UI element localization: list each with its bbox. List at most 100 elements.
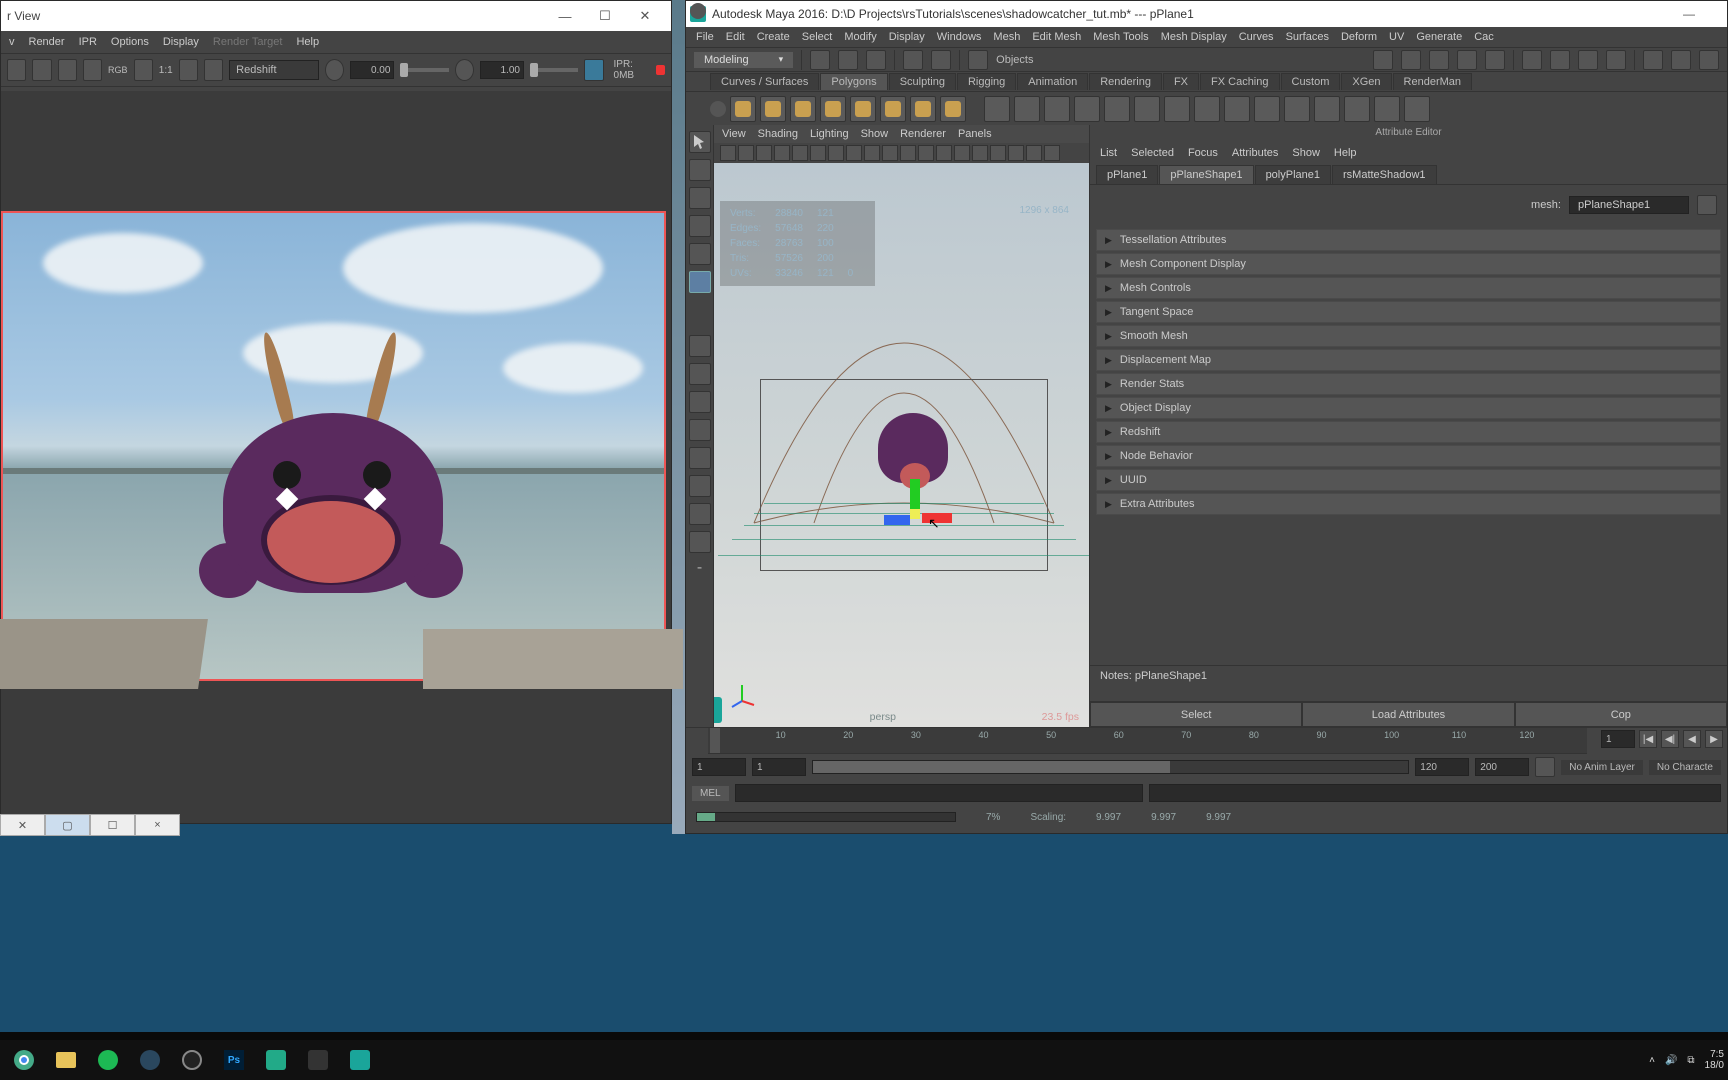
shelf-edit-icon[interactable] [710,101,726,117]
attr-section[interactable]: Tangent Space [1096,301,1721,323]
menu-item[interactable]: Help [296,36,319,48]
chrome-icon[interactable] [6,1044,42,1076]
attr-section[interactable]: UUID [1096,469,1721,491]
photoshop-icon[interactable]: Ps [216,1044,252,1076]
menu-meshdisplay[interactable]: Mesh Display [1161,31,1227,43]
menu-item[interactable]: Render [29,36,65,48]
attr-section[interactable]: Smooth Mesh [1096,325,1721,347]
refresh-icon[interactable] [325,59,344,81]
zoom-icon[interactable] [179,59,198,81]
scale-z-handle[interactable] [884,515,910,525]
poly-tool-icon[interactable] [1344,96,1370,122]
vp-tool-icon[interactable] [864,145,880,161]
attr-tab-active[interactable]: pPlaneShape1 [1159,165,1253,184]
app-icon[interactable] [258,1044,294,1076]
attr-section[interactable]: Mesh Controls [1096,277,1721,299]
menu-file[interactable]: File [696,31,714,43]
menu-item[interactable]: IPR [79,36,97,48]
vp-menu-show[interactable]: Show [861,128,889,140]
shelf-tab[interactable]: Sculpting [889,73,956,90]
shelf-tab[interactable]: FX Caching [1200,73,1279,90]
vp-tool-icon[interactable] [738,145,754,161]
range-start-field[interactable] [692,758,746,776]
vp-tool-icon[interactable] [1026,145,1042,161]
attr-tab[interactable]: pPlane1 [1096,165,1158,184]
system-tray[interactable]: ˄ 🔊 ⧉ 7:5 18/0 [1649,1040,1724,1080]
attr-section[interactable]: Mesh Component Display [1096,253,1721,275]
shelf-tab[interactable]: RenderMan [1393,73,1472,90]
shelf-tab[interactable]: XGen [1341,73,1391,90]
panel-layout-icon[interactable] [1643,50,1663,70]
hypershade-icon[interactable] [1606,50,1626,70]
attr-tab[interactable]: polyPlane1 [1255,165,1331,184]
poly-tool-icon[interactable] [1134,96,1160,122]
poly-torus-icon[interactable] [880,96,906,122]
layout-single-icon[interactable] [689,335,711,357]
time-slider[interactable]: 102030405060708090100110120 [708,728,1587,754]
vp-menu-shading[interactable]: Shading [758,128,798,140]
open-scene-icon[interactable] [838,50,858,70]
tab-thumb[interactable]: ▢ [45,814,90,836]
attr-menu-item[interactable]: Selected [1131,147,1174,159]
render-canvas[interactable] [1,91,671,823]
collapse-icon[interactable]: - [689,559,711,581]
poly-tool-icon[interactable] [1194,96,1220,122]
tab-max[interactable]: ☐ [90,814,135,836]
vp-menu-panels[interactable]: Panels [958,128,992,140]
clock-date[interactable]: 18/0 [1705,1060,1724,1071]
layout-four-icon[interactable] [689,363,711,385]
attr-section[interactable]: Redshift [1096,421,1721,443]
load-attributes-button[interactable]: Load Attributes [1302,702,1514,727]
shelf-tab-active[interactable]: Polygons [820,73,887,90]
shelf-tab[interactable]: Curves / Surfaces [710,73,819,90]
poly-tool-icon[interactable] [1404,96,1430,122]
menu-mesh[interactable]: Mesh [993,31,1020,43]
vp-tool-icon[interactable] [972,145,988,161]
snap-point-icon[interactable] [1429,50,1449,70]
poly-sphere-icon[interactable] [730,96,756,122]
poly-tool-icon[interactable] [1224,96,1250,122]
vp-menu-renderer[interactable]: Renderer [900,128,946,140]
mesh-name-field[interactable]: pPlaneShape1 [1569,196,1689,214]
move-tool-icon[interactable] [689,215,711,237]
render-settings-icon[interactable] [1578,50,1598,70]
mel-label[interactable]: MEL [692,786,729,801]
vp-tool-icon[interactable] [846,145,862,161]
channel-icon[interactable] [134,59,153,81]
menu-create[interactable]: Create [757,31,790,43]
attr-section[interactable]: Node Behavior [1096,445,1721,467]
range-opts-icon[interactable] [1535,757,1555,777]
vp-tool-icon[interactable] [774,145,790,161]
character-dropdown[interactable]: No Characte [1649,760,1721,775]
vp-tool-icon[interactable] [810,145,826,161]
menu-meshtools[interactable]: Mesh Tools [1093,31,1148,43]
zbrush-icon[interactable] [300,1044,336,1076]
maximize-button[interactable]: ☐ [585,8,625,24]
outliner-icon[interactable] [1671,50,1691,70]
graph-icon[interactable] [1699,50,1719,70]
new-scene-icon[interactable] [810,50,830,70]
vp-tool-icon[interactable] [1044,145,1060,161]
vp-tool-icon[interactable] [990,145,1006,161]
clock-time[interactable]: 7:5 [1705,1049,1724,1060]
vp-tool-icon[interactable] [792,145,808,161]
command-input[interactable] [735,784,1144,802]
layout-custom-icon[interactable] [689,531,711,553]
maya-taskbar-icon[interactable] [342,1044,378,1076]
attr-menu-item[interactable]: Focus [1188,147,1218,159]
poly-cylinder-icon[interactable] [790,96,816,122]
vp-camera-icon[interactable] [720,145,736,161]
attr-menu-item[interactable]: Attributes [1232,147,1278,159]
play-fwd-icon[interactable]: ▶ [1705,730,1723,748]
steam-icon[interactable] [132,1044,168,1076]
redo-icon[interactable] [931,50,951,70]
focus-node-icon[interactable] [1697,195,1717,215]
shelf-tab[interactable]: Custom [1281,73,1341,90]
poly-tool-icon[interactable] [1104,96,1130,122]
objects-label[interactable]: Objects [996,54,1033,66]
menu-editmesh[interactable]: Edit Mesh [1032,31,1081,43]
vp-tool-icon[interactable] [954,145,970,161]
step-back-icon[interactable]: ◀| [1661,730,1679,748]
snap-grid-icon[interactable] [1373,50,1393,70]
snap-curve-icon[interactable] [1401,50,1421,70]
